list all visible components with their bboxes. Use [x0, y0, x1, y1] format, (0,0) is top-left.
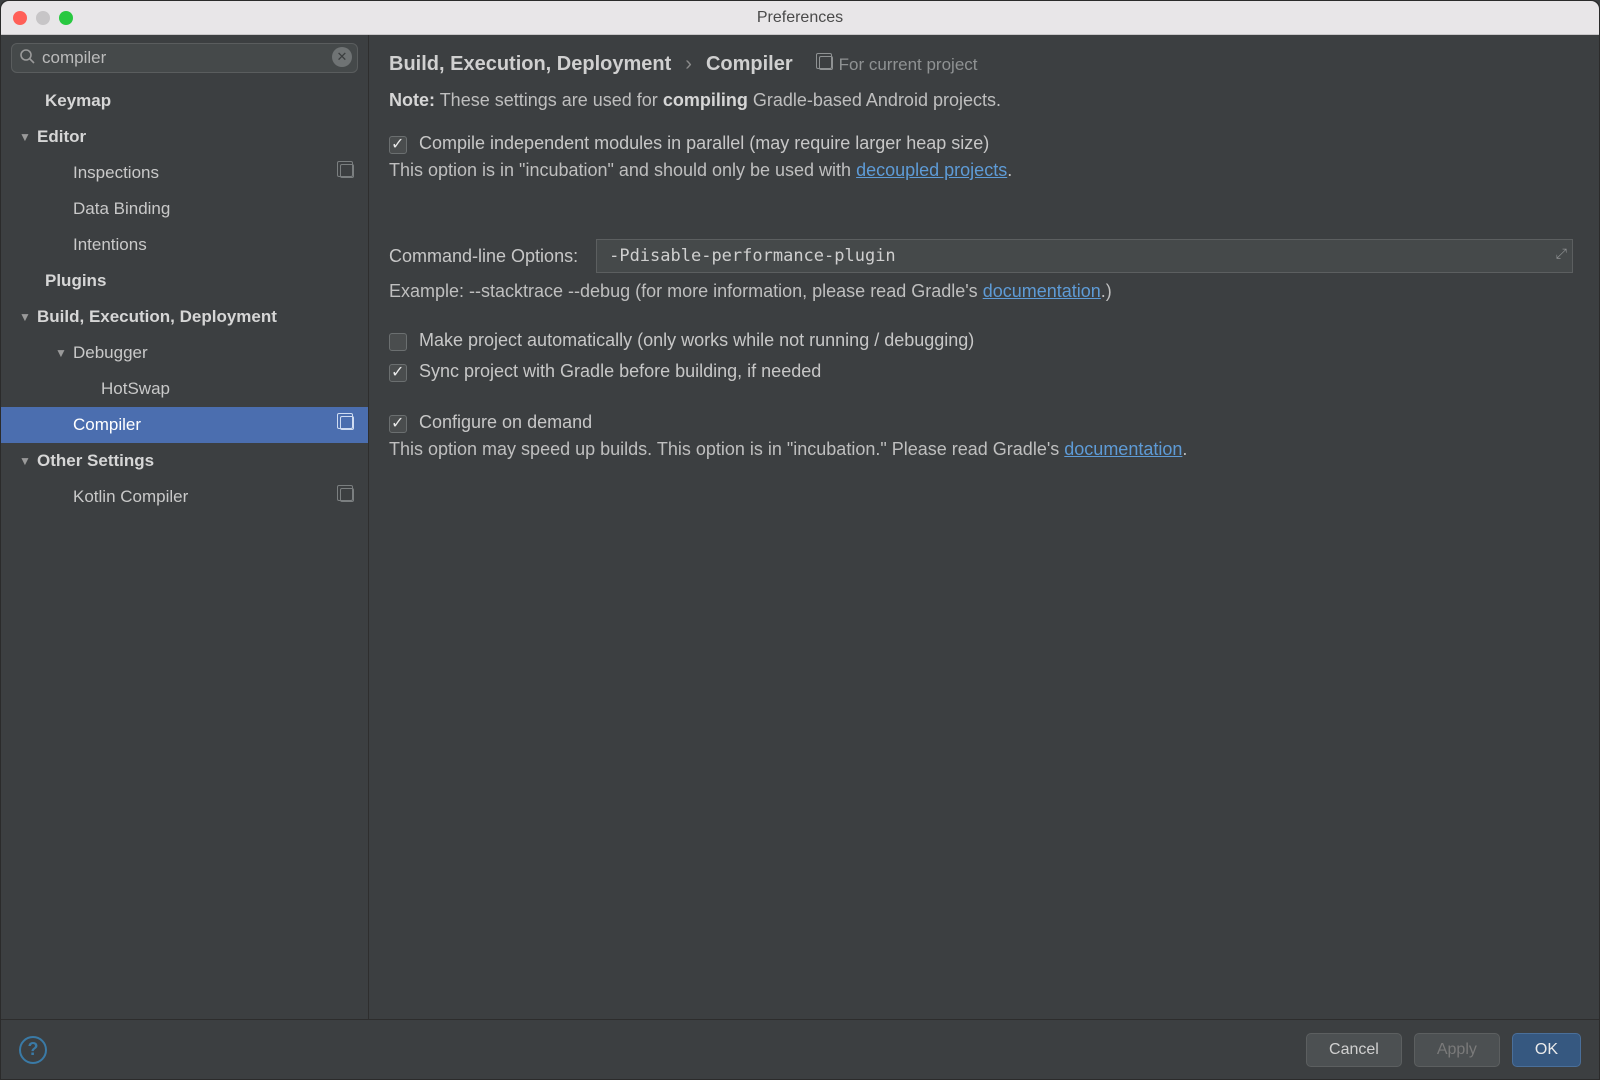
sidebar-item-editor[interactable]: ▼Editor [1, 119, 368, 155]
hint-text-a: This option is in "incubation" and shoul… [389, 160, 851, 180]
gradle-docs-link[interactable]: documentation [983, 281, 1101, 301]
option-sync-row: Sync project with Gradle before building… [389, 361, 1573, 382]
sidebar-item-label: Data Binding [73, 199, 170, 219]
example-text-b: .) [1101, 281, 1112, 301]
option-build-group: Make project automatically (only works w… [389, 330, 1573, 382]
clear-search-button[interactable]: ✕ [332, 47, 352, 67]
chevron-right-icon: › [685, 53, 692, 76]
note-part-a: These settings are used for [440, 90, 658, 110]
breadcrumb-parent: Build, Execution, Deployment [389, 53, 671, 76]
sidebar-item-inspections[interactable]: Inspections [1, 155, 368, 191]
sidebar-item-label: Compiler [73, 415, 141, 435]
sidebar-item-other-settings[interactable]: ▼Other Settings [1, 443, 368, 479]
sidebar-item-label: Intentions [73, 235, 147, 255]
note-bold: compiling [663, 90, 748, 110]
scope-indicator-icon [340, 488, 354, 506]
sync-gradle-label: Sync project with Gradle before building… [419, 361, 821, 382]
cod-hint-a: This option may speed up builds. This op… [389, 439, 1059, 459]
sidebar-item-debugger[interactable]: ▼Debugger [1, 335, 368, 371]
make-auto-label: Make project automatically (only works w… [419, 330, 974, 351]
compile-parallel-checkbox[interactable] [389, 136, 407, 154]
search-wrap: ✕ [1, 35, 368, 79]
sidebar-item-data-binding[interactable]: Data Binding [1, 191, 368, 227]
breadcrumb-current: Compiler [706, 53, 793, 76]
note-text: Note: These settings are used for compil… [389, 90, 1573, 111]
sidebar-item-plugins[interactable]: Plugins [1, 263, 368, 299]
sidebar-item-kotlin-compiler[interactable]: Kotlin Compiler [1, 479, 368, 515]
scope-label: For current project [819, 55, 978, 75]
settings-tree: Keymap ▼Editor Inspections Data Binding … [1, 79, 368, 1019]
preferences-window: Preferences ✕ Keymap ▼Editor Inspections… [0, 0, 1600, 1080]
gradle-cod-docs-link[interactable]: documentation [1064, 439, 1182, 459]
cmdline-example: Example: --stacktrace --debug (for more … [389, 281, 1573, 302]
sidebar-item-label: Editor [37, 127, 86, 147]
sidebar: ✕ Keymap ▼Editor Inspections Data Bindin… [1, 35, 369, 1019]
configure-on-demand-label: Configure on demand [419, 412, 592, 433]
sidebar-item-intentions[interactable]: Intentions [1, 227, 368, 263]
compile-parallel-label: Compile independent modules in parallel … [419, 133, 989, 154]
sidebar-item-label: HotSwap [101, 379, 170, 399]
example-text-a: Example: --stacktrace --debug (for more … [389, 281, 978, 301]
configure-on-demand-checkbox[interactable] [389, 415, 407, 433]
sidebar-item-build-execution-deployment[interactable]: ▼Build, Execution, Deployment [1, 299, 368, 335]
main-panel: Build, Execution, Deployment › Compiler … [369, 35, 1599, 1019]
sidebar-item-label: Keymap [45, 91, 111, 111]
sidebar-item-hotswap[interactable]: HotSwap [1, 371, 368, 407]
dialog-footer: ? Cancel Apply OK [1, 1019, 1599, 1079]
scope-indicator-icon [340, 164, 354, 182]
expand-field-icon[interactable]: ⤢ [1556, 245, 1567, 262]
expand-arrow-icon: ▼ [19, 130, 37, 144]
search-icon [19, 48, 35, 69]
scope-text: For current project [839, 55, 978, 75]
help-button[interactable]: ? [19, 1036, 47, 1064]
search-input[interactable] [11, 43, 358, 73]
sidebar-item-compiler[interactable]: Compiler [1, 407, 368, 443]
option-cod-row: Configure on demand [389, 412, 1573, 433]
ok-label: OK [1535, 1041, 1558, 1059]
cancel-button[interactable]: Cancel [1306, 1033, 1402, 1067]
option-cod-group: Configure on demand This option may spee… [389, 412, 1573, 486]
expand-arrow-icon: ▼ [55, 346, 73, 360]
option-parallel-row: Compile independent modules in parallel … [389, 133, 1573, 154]
sidebar-item-label: Build, Execution, Deployment [37, 307, 277, 327]
note-prefix: Note: [389, 90, 435, 110]
hint-text-b: . [1007, 160, 1012, 180]
compile-parallel-hint: This option is in "incubation" and shoul… [389, 160, 1573, 181]
note-part-b: Gradle-based Android projects. [753, 90, 1001, 110]
option-auto-row: Make project automatically (only works w… [389, 330, 1573, 351]
search-field: ✕ [11, 43, 358, 73]
sidebar-item-label: Plugins [45, 271, 106, 291]
sync-gradle-checkbox[interactable] [389, 364, 407, 382]
cancel-label: Cancel [1329, 1041, 1379, 1059]
cod-hint-b: . [1182, 439, 1187, 459]
scope-icon [819, 55, 833, 75]
window-title: Preferences [1, 9, 1599, 27]
option-parallel-group: Compile independent modules in parallel … [389, 133, 1573, 207]
sidebar-item-label: Inspections [73, 163, 159, 183]
sidebar-item-label: Kotlin Compiler [73, 487, 188, 507]
sidebar-item-keymap[interactable]: Keymap [1, 83, 368, 119]
expand-arrow-icon: ▼ [19, 454, 37, 468]
breadcrumb: Build, Execution, Deployment › Compiler … [389, 53, 1573, 76]
sidebar-item-label: Other Settings [37, 451, 154, 471]
expand-arrow-icon: ▼ [19, 310, 37, 324]
make-auto-checkbox[interactable] [389, 333, 407, 351]
scope-indicator-icon [340, 416, 354, 434]
apply-label: Apply [1437, 1041, 1477, 1059]
titlebar: Preferences [1, 1, 1599, 35]
configure-on-demand-hint: This option may speed up builds. This op… [389, 439, 1573, 460]
sidebar-item-label: Debugger [73, 343, 148, 363]
ok-button[interactable]: OK [1512, 1033, 1581, 1067]
cmdline-row: Command-line Options: ⤢ [389, 239, 1573, 273]
decoupled-projects-link[interactable]: decoupled projects [856, 160, 1007, 180]
window-body: ✕ Keymap ▼Editor Inspections Data Bindin… [1, 35, 1599, 1019]
cmdline-input[interactable] [596, 239, 1573, 273]
cmdline-field: ⤢ [596, 239, 1573, 273]
apply-button[interactable]: Apply [1414, 1033, 1500, 1067]
cmdline-label: Command-line Options: [389, 246, 578, 267]
